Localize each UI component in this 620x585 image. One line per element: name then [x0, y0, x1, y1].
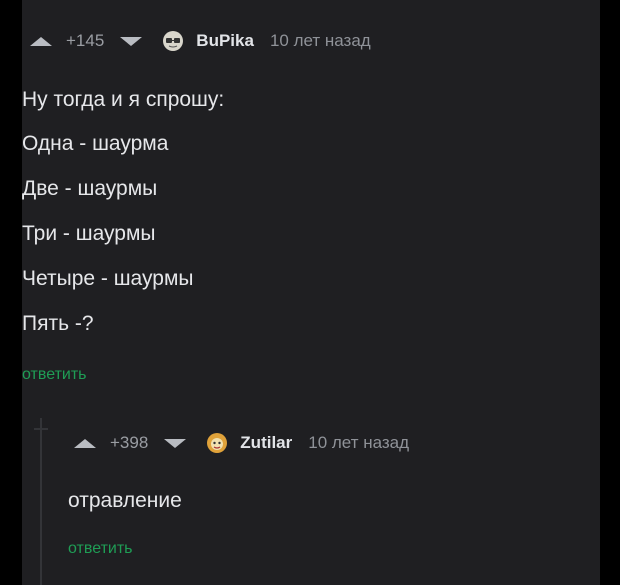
comment-text: отравление: [68, 489, 182, 512]
avatar[interactable]: [206, 432, 228, 454]
comment-header: +398 Zutilar 10 лет назад: [74, 432, 409, 454]
comment-rating: +145: [66, 31, 105, 50]
comment-text-line: Четыре - шаурмы: [22, 267, 194, 290]
avatar[interactable]: [162, 30, 184, 52]
reply-link[interactable]: ответить: [22, 366, 87, 384]
downvote-icon[interactable]: [120, 36, 143, 46]
comment-time[interactable]: 10 лет назад: [308, 433, 409, 453]
username[interactable]: Zutilar: [240, 433, 292, 453]
comment-text-line: Две - шаурмы: [22, 177, 158, 200]
comment-text-line: Ну тогда и я спрошу:: [22, 88, 225, 111]
comment-text-line: Пять -?: [22, 312, 94, 335]
comment-text-line: Одна - шаурма: [22, 132, 169, 155]
username[interactable]: BuPika: [196, 31, 254, 51]
thread-line[interactable]: [40, 418, 42, 585]
upvote-icon[interactable]: [30, 36, 52, 46]
reply-link[interactable]: ответить: [68, 540, 133, 558]
upvote-icon[interactable]: [74, 438, 96, 448]
comment-rating: +398: [110, 433, 149, 452]
downvote-icon[interactable]: [164, 438, 187, 448]
comment-text-line: Три - шаурмы: [22, 222, 156, 245]
thread-collapse-tick[interactable]: [34, 428, 48, 430]
comment-header: +145 BuPika 10 лет назад: [30, 30, 371, 52]
comment-time[interactable]: 10 лет назад: [270, 31, 371, 51]
